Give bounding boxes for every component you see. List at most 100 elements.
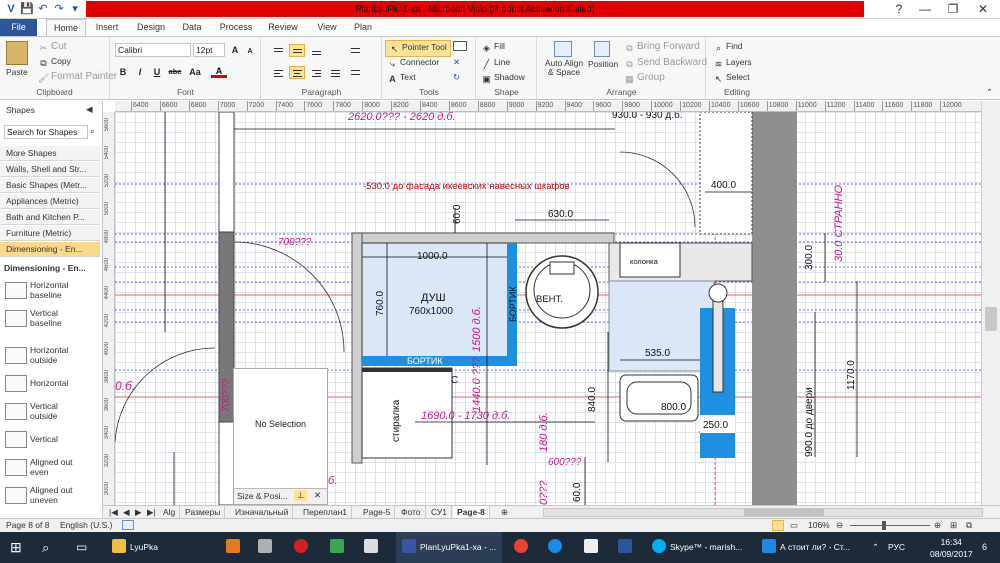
underline-button[interactable]: U (149, 65, 165, 79)
select-button[interactable]: Select (726, 72, 750, 82)
paste-button[interactable]: Paste (6, 67, 28, 77)
change-case-button[interactable]: Aa (187, 65, 203, 79)
align-left-button[interactable] (270, 66, 286, 79)
restore-button[interactable]: ❐ (938, 0, 968, 19)
save-icon[interactable]: 💾 (20, 2, 34, 16)
master-vertical-outside[interactable]: Vertical outside (0, 398, 100, 425)
tab-review[interactable]: Review (264, 19, 302, 36)
tab-data[interactable]: Data (178, 19, 206, 36)
fit-page-icon[interactable]: ⊞ (950, 519, 957, 532)
zoom-level[interactable]: 106% (808, 519, 830, 532)
master-vertical[interactable]: Vertical (0, 426, 100, 453)
mail-icon[interactable] (584, 539, 598, 553)
stencil-basic-shapes[interactable]: Basic Shapes (Metr... (0, 178, 100, 193)
stencil-furniture[interactable]: Furniture (Metric) (0, 226, 100, 241)
minimize-button[interactable]: — (910, 0, 940, 19)
opera-icon[interactable] (294, 539, 308, 553)
app-icon-2[interactable] (258, 539, 272, 553)
font-size-select[interactable]: 12pt (193, 43, 225, 57)
align-center-button[interactable] (289, 66, 305, 79)
scroll-thumb[interactable] (985, 307, 997, 331)
taskbar-item-lyupka[interactable]: LyuPka (130, 542, 158, 552)
customize-qat-icon[interactable]: ▾ (68, 2, 82, 16)
switch-windows-icon[interactable]: ⧉ (966, 519, 972, 532)
page-number[interactable]: Page 8 of 8 (6, 519, 49, 532)
tab-home[interactable]: Home (46, 19, 86, 36)
pointer-tool-button[interactable]: Pointer Tool (402, 42, 447, 52)
tray-chevron-icon[interactable]: ⌃ (872, 532, 879, 563)
app-icon-3[interactable] (330, 539, 344, 553)
text-tool-button[interactable]: Text (400, 72, 416, 82)
layers-button[interactable]: Layers (726, 57, 752, 67)
line-button[interactable]: Line (494, 57, 510, 67)
position-button[interactable]: Position (588, 59, 618, 69)
bullets-button[interactable] (347, 44, 363, 57)
zoom-out-icon[interactable]: ⊖ (836, 519, 843, 532)
notification-count[interactable]: 6 (982, 532, 987, 563)
format-painter-button[interactable]: Format Painter (51, 71, 117, 82)
shrink-font-button[interactable]: A (242, 45, 258, 59)
stencil-dimensioning[interactable]: Dimensioning - En... (0, 242, 100, 257)
tab-insert[interactable]: Insert (90, 19, 124, 36)
grow-font-button[interactable]: A (227, 43, 243, 57)
bold-button[interactable]: B (115, 65, 131, 79)
connection-point-icon[interactable]: ✕ (453, 57, 460, 68)
zoom-in-icon[interactable]: ⊕ (934, 519, 941, 532)
app-icon-1[interactable] (226, 539, 240, 553)
italic-button[interactable]: I (132, 65, 148, 79)
pin-icon[interactable]: ⊥ (294, 490, 308, 501)
align-top-button[interactable] (270, 44, 286, 57)
shadow-button[interactable]: Shadow (494, 72, 525, 82)
align-middle-button[interactable] (289, 44, 305, 57)
collapse-panel-icon[interactable]: ◀ (86, 104, 93, 115)
task-view-icon[interactable]: ▭ (76, 532, 87, 563)
vertical-scrollbar[interactable] (981, 101, 1000, 505)
taskbar-item-skype[interactable]: Skype™ - marish... (670, 542, 742, 552)
more-shapes-item[interactable]: More Shapes (0, 146, 100, 161)
presentation-icon[interactable]: ▭ (790, 519, 798, 532)
input-language[interactable]: РУС (888, 532, 905, 563)
master-horizontal[interactable]: Horizontal (0, 370, 100, 397)
font-family-select[interactable]: Calibri (115, 43, 191, 57)
word-icon[interactable] (618, 539, 632, 553)
zoom-slider-thumb[interactable] (882, 521, 886, 530)
store-icon[interactable] (364, 539, 378, 553)
strikethrough-button[interactable]: abc (166, 65, 184, 79)
master-vertical-baseline[interactable]: Vertical baseline (0, 305, 100, 332)
stencil-walls[interactable]: Walls, Shell and Str... (0, 162, 100, 177)
redo-icon[interactable]: ↷ (52, 2, 66, 16)
cut-button[interactable]: Cut (51, 41, 67, 52)
text-direction-button[interactable] (347, 66, 363, 79)
bring-forward-button[interactable]: Bring Forward (637, 41, 700, 52)
master-aligned-out-even[interactable]: Aligned out even (0, 454, 100, 481)
shapes-search-input[interactable]: Search for Shapes (4, 125, 88, 139)
rotate-tool-icon[interactable]: ↻ (453, 72, 460, 83)
auto-align-button[interactable]: Auto Align & Space (543, 59, 585, 77)
search-icon[interactable]: ⌕ (90, 126, 95, 137)
justify-button[interactable] (327, 66, 343, 79)
tab-process[interactable]: Process (216, 19, 256, 36)
tab-file[interactable]: File (0, 19, 37, 36)
master-horizontal-outside[interactable]: Horizontal outside (0, 342, 100, 369)
copy-button[interactable]: Copy (51, 56, 71, 66)
taskbar-item-visio[interactable]: PlanLyuPka1-xa - ... (420, 542, 496, 552)
send-backward-button[interactable]: Send Backward (637, 57, 707, 68)
tab-design[interactable]: Design (132, 19, 170, 36)
close-button[interactable]: ✕ (968, 0, 998, 19)
edge-icon[interactable] (548, 539, 562, 553)
paste-icon[interactable] (6, 41, 28, 65)
align-right-button[interactable] (308, 66, 324, 79)
close-panel-icon[interactable]: ✕ (314, 490, 321, 501)
language[interactable]: English (U.S.) (60, 519, 112, 532)
zoom-slider[interactable] (850, 525, 930, 526)
group-button[interactable]: Group (637, 72, 665, 83)
master-aligned-out-uneven[interactable]: Aligned out uneven (0, 482, 100, 509)
rectangle-tool-icon[interactable] (453, 41, 467, 51)
chrome-icon[interactable] (514, 539, 528, 553)
horizontal-scrollbar[interactable] (543, 508, 983, 517)
start-icon[interactable]: ⊞ (10, 532, 22, 563)
search-taskbar-icon[interactable]: ⌕ (42, 532, 49, 563)
size-panel-tab[interactable]: Size & Posi... (237, 491, 288, 501)
connector-button[interactable]: Connector (400, 57, 439, 67)
horizontal-scroll-thumb[interactable] (744, 509, 824, 516)
